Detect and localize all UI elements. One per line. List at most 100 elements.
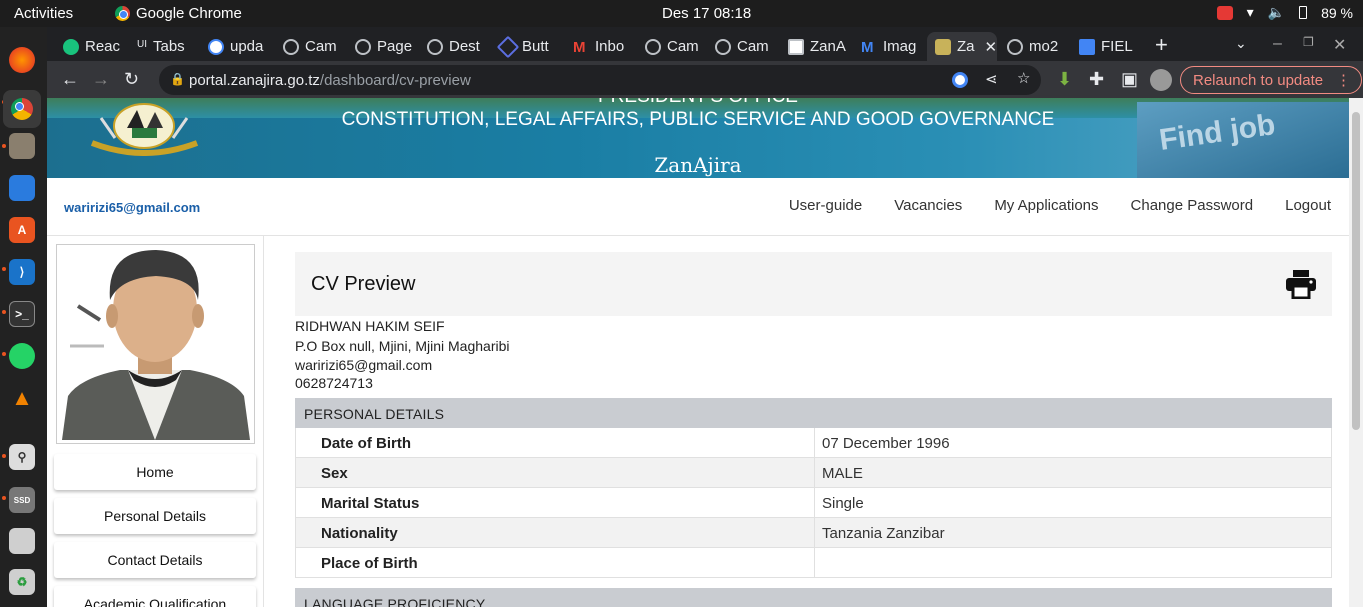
row-label: Marital Status	[296, 488, 815, 517]
sidebar-item-academic-qualification[interactable]: Academic Qualification	[54, 586, 256, 607]
nav-change-password[interactable]: Change Password	[1131, 197, 1254, 214]
reload-icon[interactable]: ↻	[124, 69, 139, 90]
tab[interactable]: Page	[347, 32, 417, 61]
table-row: Nationality Tanzania Zanzibar	[295, 518, 1332, 548]
section-header-personal: PERSONAL DETAILS	[295, 398, 1332, 428]
table-row: Sex MALE	[295, 458, 1332, 488]
sidepanel-icon[interactable]: ▣	[1121, 69, 1138, 90]
row-label: Place of Birth	[296, 548, 815, 577]
print-icon[interactable]	[1285, 269, 1317, 300]
close-tab-icon[interactable]: ✕	[985, 38, 997, 56]
lock-icon[interactable]: 🔒	[170, 72, 185, 86]
page-scrollbar[interactable]	[1349, 98, 1363, 607]
tab[interactable]: ZanA	[780, 32, 850, 61]
url-path: /dashboard/cv-preview	[319, 72, 471, 89]
whatsapp-icon[interactable]	[9, 343, 35, 369]
download-icon[interactable]: ⬇	[1057, 69, 1072, 90]
url-host: portal.zanajira.go.tz	[189, 72, 320, 89]
sidebar-item-contact-details[interactable]: Contact Details	[54, 542, 256, 578]
google-lens-icon[interactable]	[952, 72, 968, 88]
tab[interactable]: Cam	[275, 32, 340, 61]
cv-header: CV Preview	[295, 252, 1332, 316]
tab[interactable]: Cam	[637, 32, 707, 61]
trash-icon[interactable]: ♻	[9, 569, 35, 595]
firefox-icon[interactable]	[9, 47, 35, 73]
nav-logout[interactable]: Logout	[1285, 197, 1331, 214]
minimize-icon[interactable]: –	[1273, 35, 1282, 53]
clock[interactable]: Des 17 08:18	[662, 5, 751, 22]
document-icon[interactable]	[9, 175, 35, 201]
system-tray[interactable]: ▾ 🔈 89 %	[1216, 4, 1353, 21]
more-icon[interactable]: ⋮	[1336, 71, 1351, 89]
browser-toolbar: ← → ↻ 🔒 portal.zanajira.go.tz/dashboard/…	[47, 61, 1363, 98]
tab[interactable]: UI Tabs	[129, 32, 195, 61]
scrollbar-thumb[interactable]	[1352, 112, 1360, 430]
dock: A ⟩ >_ ▲ ⚲ SSD ♻	[0, 27, 47, 607]
screen-share-icon	[1216, 5, 1233, 20]
tab[interactable]: mo2	[999, 32, 1069, 61]
tab[interactable]: Dest	[419, 32, 489, 61]
vlc-icon[interactable]: ▲	[9, 385, 35, 411]
tab-search-icon[interactable]: ⌄	[1235, 35, 1247, 52]
address-bar[interactable]: 🔒 portal.zanajira.go.tz/dashboard/cv-pre…	[159, 65, 1041, 95]
applicant-phone: 0628724713	[295, 375, 373, 391]
row-label: Nationality	[296, 518, 815, 547]
sidebar-item-personal-details[interactable]: Personal Details	[54, 498, 256, 534]
page-title: CV Preview	[311, 273, 416, 295]
disk-icon[interactable]: SSD	[9, 487, 35, 513]
nav-my-applications[interactable]: My Applications	[994, 197, 1098, 214]
bookmark-star-icon[interactable]: ☆	[1017, 69, 1030, 87]
sidebar-item-home[interactable]: Home	[54, 454, 256, 490]
table-row: Marital Status Single	[295, 488, 1332, 518]
back-icon[interactable]: ←	[61, 69, 79, 90]
applicant-address: P.O Box null, Mjini, Mjini Magharibi	[295, 338, 510, 354]
extensions-icon[interactable]: ✚	[1089, 69, 1104, 90]
tab[interactable]: FIEL	[1071, 32, 1143, 61]
share-icon[interactable]: ⋖	[985, 70, 998, 88]
table-row: Place of Birth	[295, 548, 1332, 578]
tab[interactable]: Cam	[707, 32, 777, 61]
header-banner: PRESIDENT'S OFFICE CONSTITUTION, LEGAL A…	[47, 98, 1349, 178]
tab[interactable]: upda	[200, 32, 270, 61]
sidebar: Home Personal Details Contact Details Ac…	[47, 236, 264, 607]
chrome-icon	[115, 6, 130, 21]
system-top-bar: Activities Google Chrome Des 17 08:18 ▾ …	[0, 0, 1363, 27]
tab-active[interactable]: Za ✕	[927, 32, 997, 61]
maximize-icon[interactable]: ❐	[1303, 35, 1314, 49]
vscode-icon[interactable]: ⟩	[9, 259, 35, 285]
files-icon[interactable]	[9, 133, 35, 159]
storage-icon[interactable]	[9, 528, 35, 554]
chrome-dock-icon[interactable]	[3, 90, 41, 128]
row-label: Date of Birth	[296, 428, 815, 457]
find-job-graphic: Find job	[1137, 102, 1349, 178]
row-value: Tanzania Zanzibar	[822, 525, 945, 542]
tab[interactable]: Reac	[55, 32, 121, 61]
tab[interactable]: M Inbo	[565, 32, 635, 61]
app-menu[interactable]: Google Chrome	[115, 5, 242, 22]
section-header-language: LANGUAGE PROFICIENCY	[295, 588, 1332, 607]
search-app-icon[interactable]: ⚲	[9, 444, 35, 470]
activities-button[interactable]: Activities	[14, 5, 73, 22]
close-window-icon[interactable]: ✕	[1333, 35, 1346, 55]
row-value: Single	[822, 495, 864, 512]
new-tab-icon[interactable]: +	[1155, 32, 1168, 58]
wifi-icon: ▾	[1246, 4, 1254, 20]
web-page: PRESIDENT'S OFFICE CONSTITUTION, LEGAL A…	[47, 98, 1349, 607]
profile-avatar[interactable]	[1150, 69, 1172, 91]
top-nav: waririzi65@gmail.com User-guide Vacancie…	[47, 178, 1349, 236]
row-label: Sex	[296, 458, 815, 487]
software-center-icon[interactable]: A	[9, 217, 35, 243]
relaunch-button[interactable]: Relaunch to update ⋮	[1180, 66, 1362, 94]
applicant-email: waririzi65@gmail.com	[295, 357, 433, 373]
nav-vacancies[interactable]: Vacancies	[894, 197, 962, 214]
tab[interactable]: M Imag	[853, 32, 925, 61]
forward-icon[interactable]: →	[92, 69, 110, 90]
applicant-name: RIDHWAN HAKIM SEIF	[295, 318, 445, 334]
nav-user-guide[interactable]: User-guide	[789, 197, 862, 214]
profile-photo	[56, 244, 255, 444]
tab-strip: Reac UI Tabs upda Cam Page Dest Butt M Inb…	[47, 27, 1363, 61]
terminal-icon[interactable]: >_	[9, 301, 35, 327]
tab[interactable]: Butt	[492, 32, 562, 61]
row-value: MALE	[822, 465, 863, 482]
cv-preview-panel: CV Preview RIDHWAN HAKIM SEIF P.O Box nu…	[295, 252, 1332, 607]
